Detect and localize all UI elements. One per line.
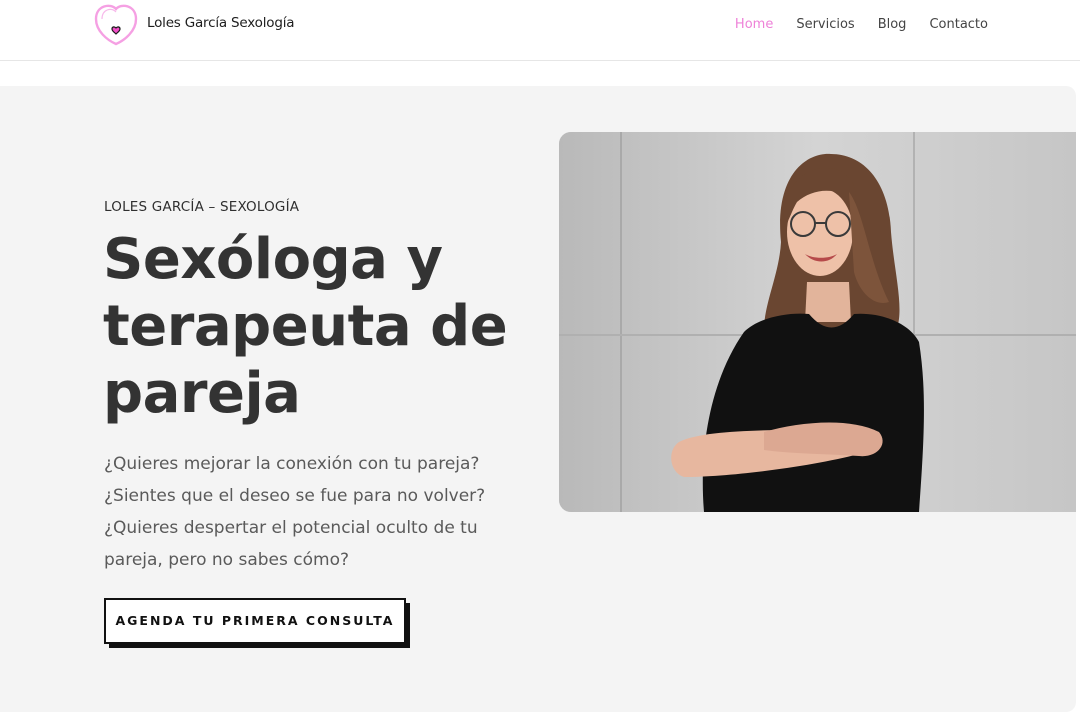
heart-logo-icon[interactable] bbox=[93, 4, 139, 46]
hero-section: LOLES GARCÍA – SEXOLOGÍA Sexóloga y tera… bbox=[0, 86, 1076, 712]
lead-line: pareja, pero no sabes cómo? bbox=[104, 550, 349, 570]
nav-home[interactable]: Home bbox=[735, 17, 773, 32]
book-consultation-button[interactable]: AGENDA TU PRIMERA CONSULTA bbox=[104, 598, 406, 644]
hero-title-line: pareja bbox=[103, 361, 301, 426]
hero-eyebrow: LOLES GARCÍA – SEXOLOGÍA bbox=[104, 199, 300, 215]
hero-title: Sexóloga y terapeuta de pareja bbox=[103, 226, 523, 427]
therapist-portrait-photo bbox=[559, 132, 1076, 512]
nav-contacto[interactable]: Contacto bbox=[929, 17, 988, 32]
cta-wrapper: AGENDA TU PRIMERA CONSULTA bbox=[104, 598, 410, 648]
main-nav: Home Servicios Blog Contacto bbox=[712, 17, 988, 32]
hero-lead: ¿Quieres mejorar la conexión con tu pare… bbox=[104, 448, 504, 576]
brand-name[interactable]: Loles García Sexología bbox=[147, 15, 295, 31]
site-header: Loles García Sexología Home Servicios Bl… bbox=[0, 0, 1080, 61]
nav-servicios[interactable]: Servicios bbox=[796, 17, 854, 32]
lead-line: ¿Sientes que el deseo se fue para no vol… bbox=[104, 486, 486, 506]
portrait-illustration bbox=[559, 132, 1076, 512]
lead-line: ¿Quieres despertar el potencial oculto d… bbox=[104, 518, 478, 538]
hero-title-line: Sexóloga y bbox=[103, 227, 443, 292]
lead-line: ¿Quieres mejorar la conexión con tu pare… bbox=[104, 454, 480, 474]
hero-title-line: terapeuta de bbox=[103, 294, 508, 359]
nav-blog[interactable]: Blog bbox=[878, 17, 907, 32]
